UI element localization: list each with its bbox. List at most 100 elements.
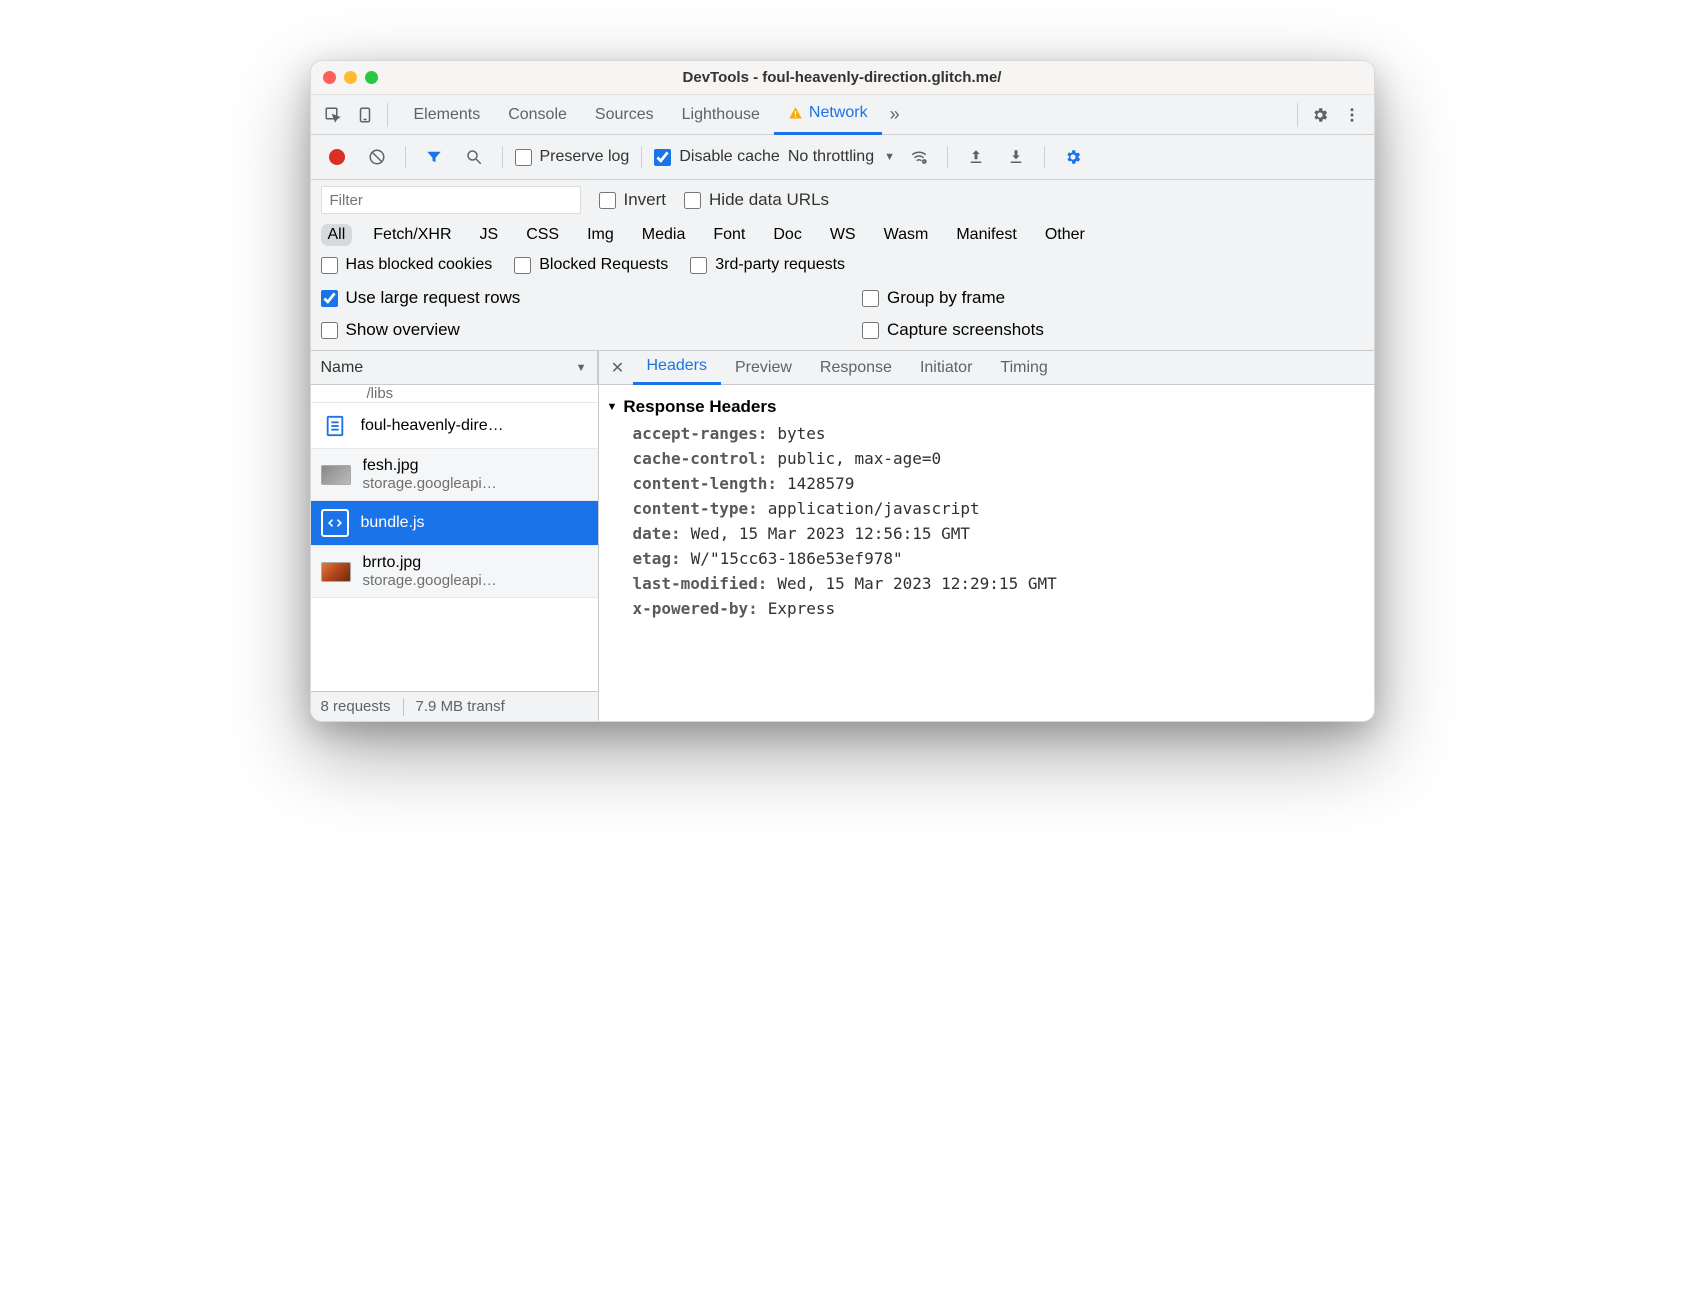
large-rows-checkbox[interactable]: Use large request rows [321, 288, 823, 308]
tab-network[interactable]: Network [774, 95, 882, 135]
export-har-icon[interactable] [1000, 141, 1032, 173]
header-key: etag [633, 549, 681, 568]
disable-cache-checkbox[interactable]: Disable cache [654, 148, 780, 166]
section-title: Response Headers [623, 397, 776, 417]
show-overview-label: Show overview [346, 320, 460, 340]
detail-pane: ✕ Headers Preview Response Initiator Tim… [599, 351, 1374, 721]
tab-console[interactable]: Console [494, 95, 581, 135]
filter-input[interactable] [321, 186, 581, 214]
large-rows-label: Use large request rows [346, 288, 521, 308]
detail-tab-preview[interactable]: Preview [721, 351, 806, 385]
status-requests: 8 requests [321, 698, 391, 715]
settings-icon[interactable] [1304, 99, 1336, 131]
detail-body[interactable]: ▼ Response Headers accept-rangesbytes ca… [599, 385, 1374, 721]
resource-type-filter: All Fetch/XHR JS CSS Img Media Font Doc … [311, 220, 1374, 252]
record-button[interactable] [321, 141, 353, 173]
request-row[interactable]: fesh.jpg storage.googleapi… [311, 449, 598, 501]
tab-elements[interactable]: Elements [400, 95, 495, 135]
preserve-log-checkbox[interactable]: Preserve log [515, 148, 630, 166]
inspect-element-icon[interactable] [317, 99, 349, 131]
type-js[interactable]: JS [473, 224, 506, 246]
type-img[interactable]: Img [580, 224, 621, 246]
header-key: date [633, 524, 681, 543]
minimize-window-button[interactable] [344, 71, 357, 84]
third-party-checkbox[interactable]: 3rd-party requests [690, 256, 845, 274]
more-tabs-button[interactable]: » [882, 104, 908, 125]
detail-tab-initiator[interactable]: Initiator [906, 351, 986, 385]
request-list-pane: Name ▼ /libs foul-heavenly-dire… fesh. [311, 351, 599, 721]
network-options: Use large request rows Group by frame Sh… [311, 282, 1374, 351]
type-all[interactable]: All [321, 224, 353, 246]
response-headers-section[interactable]: ▼ Response Headers [599, 393, 1374, 421]
request-list[interactable]: /libs foul-heavenly-dire… fesh.jpg stora… [311, 385, 598, 691]
separator [947, 146, 948, 168]
has-blocked-cookies-checkbox[interactable]: Has blocked cookies [321, 256, 493, 274]
network-conditions-icon[interactable] [903, 141, 935, 173]
clear-button[interactable] [361, 141, 393, 173]
type-wasm[interactable]: Wasm [877, 224, 936, 246]
tab-lighthouse[interactable]: Lighthouse [668, 95, 774, 135]
header-row: content-length1428579 [599, 471, 1374, 496]
request-row-selected[interactable]: bundle.js [311, 501, 598, 546]
blocked-requests-label: Blocked Requests [539, 256, 668, 274]
import-har-icon[interactable] [960, 141, 992, 173]
header-value: application/javascript [768, 499, 980, 518]
header-row: cache-control public, max-age=0 [599, 446, 1374, 471]
name-column-header[interactable]: Name ▼ [311, 351, 598, 385]
group-by-frame-label: Group by frame [887, 288, 1005, 308]
type-fetch-xhr[interactable]: Fetch/XHR [366, 224, 458, 246]
device-toolbar-icon[interactable] [349, 99, 381, 131]
devtools-window: DevTools - foul-heavenly-direction.glitc… [310, 60, 1375, 722]
blocked-requests-checkbox[interactable]: Blocked Requests [514, 256, 668, 274]
show-overview-checkbox[interactable]: Show overview [321, 320, 823, 340]
has-blocked-cookies-label: Has blocked cookies [346, 256, 493, 274]
search-icon[interactable] [458, 141, 490, 173]
header-row: date Wed, 15 Mar 2023 12:56:15 GMT [599, 521, 1374, 546]
capture-screenshots-checkbox[interactable]: Capture screenshots [862, 320, 1364, 340]
status-bar: 8 requests 7.9 MB transf [311, 691, 598, 721]
type-manifest[interactable]: Manifest [949, 224, 1023, 246]
network-settings-icon[interactable] [1057, 141, 1089, 173]
type-ws[interactable]: WS [823, 224, 863, 246]
request-domain: storage.googleapi… [363, 572, 497, 589]
close-detail-button[interactable]: ✕ [603, 358, 633, 378]
type-font[interactable]: Font [706, 224, 752, 246]
header-key: content-length [633, 474, 778, 493]
chevron-down-icon: ▼ [884, 151, 895, 163]
header-row: accept-rangesbytes [599, 421, 1374, 446]
request-row[interactable]: brrto.jpg storage.googleapi… [311, 546, 598, 598]
tab-sources[interactable]: Sources [581, 95, 668, 135]
header-value: Wed, 15 Mar 2023 12:56:15 GMT [691, 524, 970, 543]
kebab-menu-icon[interactable] [1336, 99, 1368, 131]
type-media[interactable]: Media [635, 224, 693, 246]
header-row: content-typeapplication/javascript [599, 496, 1374, 521]
group-by-frame-checkbox[interactable]: Group by frame [862, 288, 1364, 308]
hide-data-urls-checkbox[interactable]: Hide data URLs [684, 190, 829, 210]
detail-tabs: ✕ Headers Preview Response Initiator Tim… [599, 351, 1374, 385]
header-value: public, max-age=0 [777, 449, 941, 468]
type-other[interactable]: Other [1038, 224, 1092, 246]
filter-toggle-icon[interactable] [418, 141, 450, 173]
header-row: x-powered-byExpress [599, 596, 1374, 621]
header-key: cache-control [633, 449, 768, 468]
type-css[interactable]: CSS [519, 224, 566, 246]
request-name: bundle.js [361, 514, 425, 532]
detail-tab-timing[interactable]: Timing [986, 351, 1061, 385]
window-controls [323, 71, 378, 84]
header-value: W/"15cc63-186e53ef978" [691, 549, 903, 568]
throttling-select[interactable]: No throttling ▼ [788, 148, 895, 166]
separator [1297, 103, 1298, 127]
request-row-partial: /libs [311, 385, 598, 403]
request-name: fesh.jpg [363, 457, 497, 475]
disable-cache-label: Disable cache [679, 148, 780, 166]
request-row[interactable]: foul-heavenly-dire… [311, 403, 598, 449]
close-window-button[interactable] [323, 71, 336, 84]
panel-tabbar: Elements Console Sources Lighthouse Netw… [311, 95, 1374, 135]
maximize-window-button[interactable] [365, 71, 378, 84]
detail-tab-headers[interactable]: Headers [633, 351, 721, 385]
detail-tab-response[interactable]: Response [806, 351, 906, 385]
chevron-down-icon: ▼ [576, 362, 587, 374]
invert-checkbox[interactable]: Invert [599, 190, 667, 210]
type-doc[interactable]: Doc [766, 224, 808, 246]
separator [405, 146, 406, 168]
